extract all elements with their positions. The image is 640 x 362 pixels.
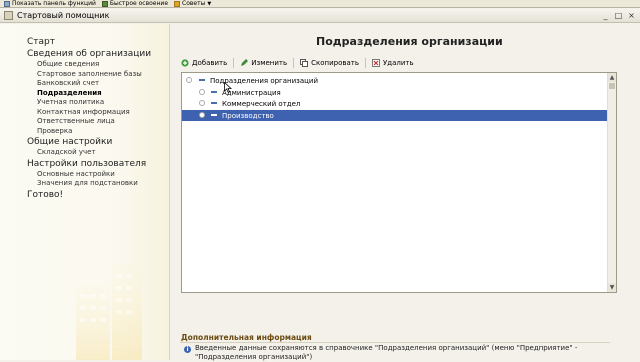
tips-label: Советы (182, 0, 206, 7)
delete-icon (372, 59, 380, 67)
tips-button[interactable]: Советы ▼ (174, 0, 211, 7)
nav-item-user-settings[interactable]: Настройки пользователя (27, 158, 151, 170)
scroll-down-icon[interactable]: ▼ (608, 283, 616, 292)
nav-item-initial-filling[interactable]: Стартовое заполнение базы (27, 70, 151, 80)
copy-button-label: Скопировать (311, 59, 359, 67)
nav-item-default-values[interactable]: Значения для подстановки (27, 179, 151, 189)
tree-toolbar: Добавить Изменить Скопировать Удалить (181, 57, 414, 69)
show-functions-panel-label: Показать панель функций (12, 0, 96, 7)
edit-button-label: Изменить (251, 59, 288, 67)
item-icon (211, 114, 217, 116)
main-panel: Подразделения организации Добавить Измен… (171, 24, 640, 361)
maximize-button[interactable]: □ (614, 11, 623, 20)
tree-item-label: Производство (222, 111, 274, 120)
nav-item-contact-info[interactable]: Контактная информация (27, 108, 151, 118)
quick-access-bar: Показать панель функций Быстрое освоение… (0, 0, 640, 8)
folder-icon (199, 79, 205, 81)
departments-tree[interactable]: Подразделения организаций Администрация … (181, 72, 617, 293)
info-icon: i (184, 346, 191, 353)
nav-item-responsible-persons[interactable]: Ответственные лица (27, 117, 151, 127)
tree-row-selected[interactable]: Производство (182, 110, 608, 121)
tree-row-root[interactable]: Подразделения организаций (182, 75, 608, 86)
toolbar-divider (365, 58, 366, 68)
delete-button-label: Удалить (383, 59, 414, 67)
minimize-button[interactable]: _ (601, 11, 610, 20)
pencil-icon (241, 59, 249, 66)
nav-item-departments[interactable]: Подразделения (27, 89, 151, 99)
nav-item-general-info[interactable]: Общие сведения (27, 60, 151, 70)
copy-icon (300, 59, 309, 67)
add-button-label: Добавить (192, 59, 228, 67)
tree-node-icon (199, 100, 205, 106)
tree-row[interactable]: Коммерческий отдел (182, 98, 608, 109)
toolbar-divider (293, 58, 295, 68)
item-icon (211, 91, 217, 93)
tree-node-icon (199, 112, 205, 118)
vertical-scrollbar[interactable]: ▲ ▼ (607, 73, 616, 292)
book-icon (101, 0, 108, 7)
add-button[interactable]: Добавить (181, 59, 227, 67)
wizard-nav: Старт Сведения об организации Общие свед… (27, 36, 151, 201)
nav-item-general-settings[interactable]: Общие настройки (27, 136, 151, 148)
scroll-up-icon[interactable]: ▲ (608, 73, 616, 82)
nav-item-start[interactable]: Старт (27, 36, 151, 48)
window-titlebar: Стартовый помощник _ □ × (0, 9, 640, 23)
nav-item-bank-account[interactable]: Банковский счет (27, 79, 151, 89)
window-title: Стартовый помощник (17, 11, 110, 20)
item-icon (211, 102, 217, 104)
add-icon (181, 59, 189, 67)
delete-button[interactable]: Удалить (372, 59, 414, 67)
nav-item-organization-info[interactable]: Сведения об организации (27, 48, 151, 60)
window-icon (4, 11, 13, 20)
nav-item-check[interactable]: Проверка (27, 127, 151, 137)
sidebar: Старт Сведения об организации Общие свед… (0, 24, 170, 360)
info-divider (180, 342, 610, 343)
tree-item-label: Коммерческий отдел (222, 99, 301, 108)
quick-learning-button[interactable]: Быстрое освоение (101, 0, 169, 7)
nav-item-basic-settings[interactable]: Основные настройки (27, 170, 151, 180)
nav-item-warehouse[interactable]: Складской учет (27, 148, 151, 158)
quick-learning-label: Быстрое освоение (109, 0, 169, 7)
info-text: Введенные данные сохраняются в справочни… (195, 344, 578, 361)
tips-icon (174, 0, 181, 7)
nav-item-done[interactable]: Готово! (27, 189, 151, 201)
copy-button[interactable]: Скопировать (300, 59, 359, 67)
edit-button[interactable]: Изменить (240, 59, 287, 67)
show-functions-panel-button[interactable]: Показать панель функций (4, 0, 96, 7)
toolbar-divider (233, 58, 235, 68)
tree-row[interactable]: Администрация (182, 87, 608, 98)
panel-icon (4, 0, 10, 7)
nav-item-accounting-policy[interactable]: Учетная политика (27, 98, 151, 108)
close-button[interactable]: × (627, 11, 636, 20)
chevron-down-icon[interactable]: ▼ (207, 1, 211, 7)
scroll-thumb[interactable] (609, 83, 615, 89)
info-section-title: Дополнительная информация (181, 333, 312, 342)
collapse-icon[interactable] (186, 77, 192, 83)
tree-node-icon (199, 89, 205, 95)
building-watermark-icon (76, 264, 142, 360)
page-title: Подразделения организации (316, 35, 503, 48)
mouse-cursor-icon (224, 82, 232, 93)
